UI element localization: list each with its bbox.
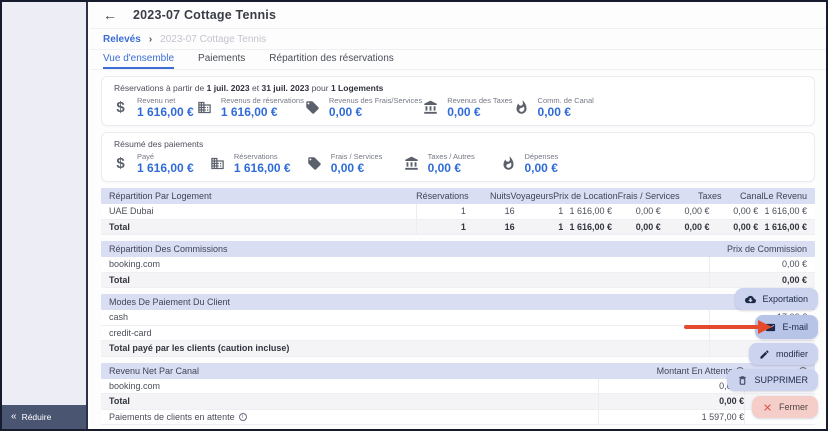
building-icon xyxy=(196,99,213,116)
trash-icon xyxy=(739,375,747,385)
table-row: UAE Dubai 1 16 1 1 616,00 € 0,00 € 0,00 … xyxy=(101,204,815,220)
modifier-button[interactable]: modifier xyxy=(748,343,818,365)
info-icon[interactable]: i xyxy=(238,412,247,421)
commissions-table: Répartition Des Commissions Prix de Comm… xyxy=(101,241,815,288)
commissions-table-header: Répartition Des Commissions Prix de Comm… xyxy=(101,241,815,257)
stat-revenus-taxes: Revenus des Taxes 0,00 € xyxy=(422,96,513,119)
tab-vue-densemble[interactable]: Vue d'ensemble xyxy=(103,50,175,69)
fermer-button[interactable]: Fermer xyxy=(752,396,818,418)
chevron-right-icon: › xyxy=(148,33,153,45)
double-chevron-left-icon: « xyxy=(11,411,17,422)
table-total-row: Total 0,00 € xyxy=(101,394,815,410)
net-by-channel-table: Revenu Net Par Canal Montant En Attente … xyxy=(101,362,815,425)
main-panel: ← 2023-07 Cottage Tennis Relevés › 2023-… xyxy=(90,2,826,429)
table-row: booking.com 0,00 € xyxy=(101,257,815,273)
building-icon xyxy=(209,155,226,172)
app-window: « Réduire ← 2023-07 Cottage Tennis Relev… xyxy=(0,0,828,431)
exportation-button[interactable]: Exportation xyxy=(735,288,818,310)
table-row: booking.com 0,00 € xyxy=(101,378,815,394)
table-title: Modes De Paiement Du Client xyxy=(109,297,231,307)
table-total-row: Total 0,00 € xyxy=(101,272,815,288)
pencil-icon xyxy=(760,349,769,359)
annotation-arrow xyxy=(684,320,774,334)
revenue-stats-row: $ Revenu net 1 616,00 € Revenus de réserv… xyxy=(112,96,596,119)
page-header: ← 2023-07 Cottage Tennis xyxy=(90,2,826,29)
tab-paiements[interactable]: Paiements xyxy=(198,50,245,69)
payments-summary-title: Résumé des paiements xyxy=(114,139,204,149)
tag-icon xyxy=(306,155,323,172)
table-title: Répartition Par Logement xyxy=(109,191,212,201)
bank-icon xyxy=(403,155,420,172)
tab-repartition-reservations[interactable]: Répartition des réservations xyxy=(269,50,394,69)
stat-frais-services: Frais / Services 0,00 € xyxy=(306,152,403,175)
payment-modes-table-header: Modes De Paiement Du Client xyxy=(101,294,815,310)
page-title: 2023-07 Cottage Tennis xyxy=(133,8,277,22)
lodging-table-header: Répartition Par Logement Réservations Nu… xyxy=(101,188,815,204)
end-date: 31 juil. 2023 xyxy=(261,83,310,93)
back-arrow-icon[interactable]: ← xyxy=(103,8,117,22)
breadcrumb-current: 2023-07 Cottage Tennis xyxy=(160,33,267,45)
table-total-row: Total payé par les clients (caution incl… xyxy=(101,341,815,357)
start-date: 1 juil. 2023 xyxy=(206,83,250,93)
flame-icon xyxy=(513,99,530,116)
net-by-channel-table-header: Revenu Net Par Canal Montant En Attente … xyxy=(101,362,815,379)
bank-icon xyxy=(422,99,439,116)
table-title: Répartition Des Commissions xyxy=(109,244,228,254)
sidebar-collapse-button[interactable]: « Réduire xyxy=(2,405,86,429)
stat-revenu-net: $ Revenu net 1 616,00 € xyxy=(112,96,196,119)
tab-bar: Vue d'ensemble Paiements Répartition des… xyxy=(90,50,826,70)
breadcrumb-releves-link[interactable]: Relevés xyxy=(103,34,141,45)
stat-revenus-frais-services: Revenus des Frais/Services 0,00 € xyxy=(304,96,422,119)
sidebar-collapse-label: Réduire xyxy=(21,412,52,422)
breadcrumb: Relevés › 2023-07 Cottage Tennis xyxy=(90,29,826,50)
left-sidebar: « Réduire xyxy=(2,2,88,429)
tag-icon xyxy=(304,99,321,116)
stat-comm-canal: Comm. de Canal 0,00 € xyxy=(513,96,597,119)
table-row: Paiements de clients en attente i 1 597,… xyxy=(101,409,815,425)
stat-revenus-reservations: Revenus de réservations 1 616,00 € xyxy=(196,96,304,119)
dollar-icon: $ xyxy=(116,155,125,172)
flame-icon xyxy=(500,155,517,172)
revenue-summary-card: Réservations à partir de 1 juil. 2023 et… xyxy=(101,76,815,126)
close-icon xyxy=(764,403,771,411)
table-total-row: Total 1 16 1 1 616,00 € 0,00 € 0,00 € 0,… xyxy=(101,219,815,235)
content-area: Réservations à partir de 1 juil. 2023 et… xyxy=(90,70,826,425)
table-title: Revenu Net Par Canal xyxy=(109,365,200,376)
period-summary: Réservations à partir de 1 juil. 2023 et… xyxy=(114,83,384,93)
supprimer-button[interactable]: SUPPRIMER xyxy=(727,369,818,391)
stat-taxes-autres: Taxes / Autres 0,00 € xyxy=(403,152,500,175)
lodging-table: Répartition Par Logement Réservations Nu… xyxy=(101,188,815,235)
stat-reservations: Réservations 1 616,00 € xyxy=(209,152,306,175)
stat-paye: $ Payé 1 616,00 € xyxy=(112,152,209,175)
dollar-icon: $ xyxy=(116,99,125,116)
stat-depenses: Dépenses 0,00 € xyxy=(500,152,597,175)
payments-stats-row: $ Payé 1 616,00 € Réservations 1 616,00 € … xyxy=(112,152,596,175)
cloud-download-icon xyxy=(745,295,757,303)
payments-summary-card: Résumé des paiements $ Payé 1 616,00 € Ré… xyxy=(101,132,815,182)
lodging-count: 1 Logements xyxy=(330,83,384,93)
